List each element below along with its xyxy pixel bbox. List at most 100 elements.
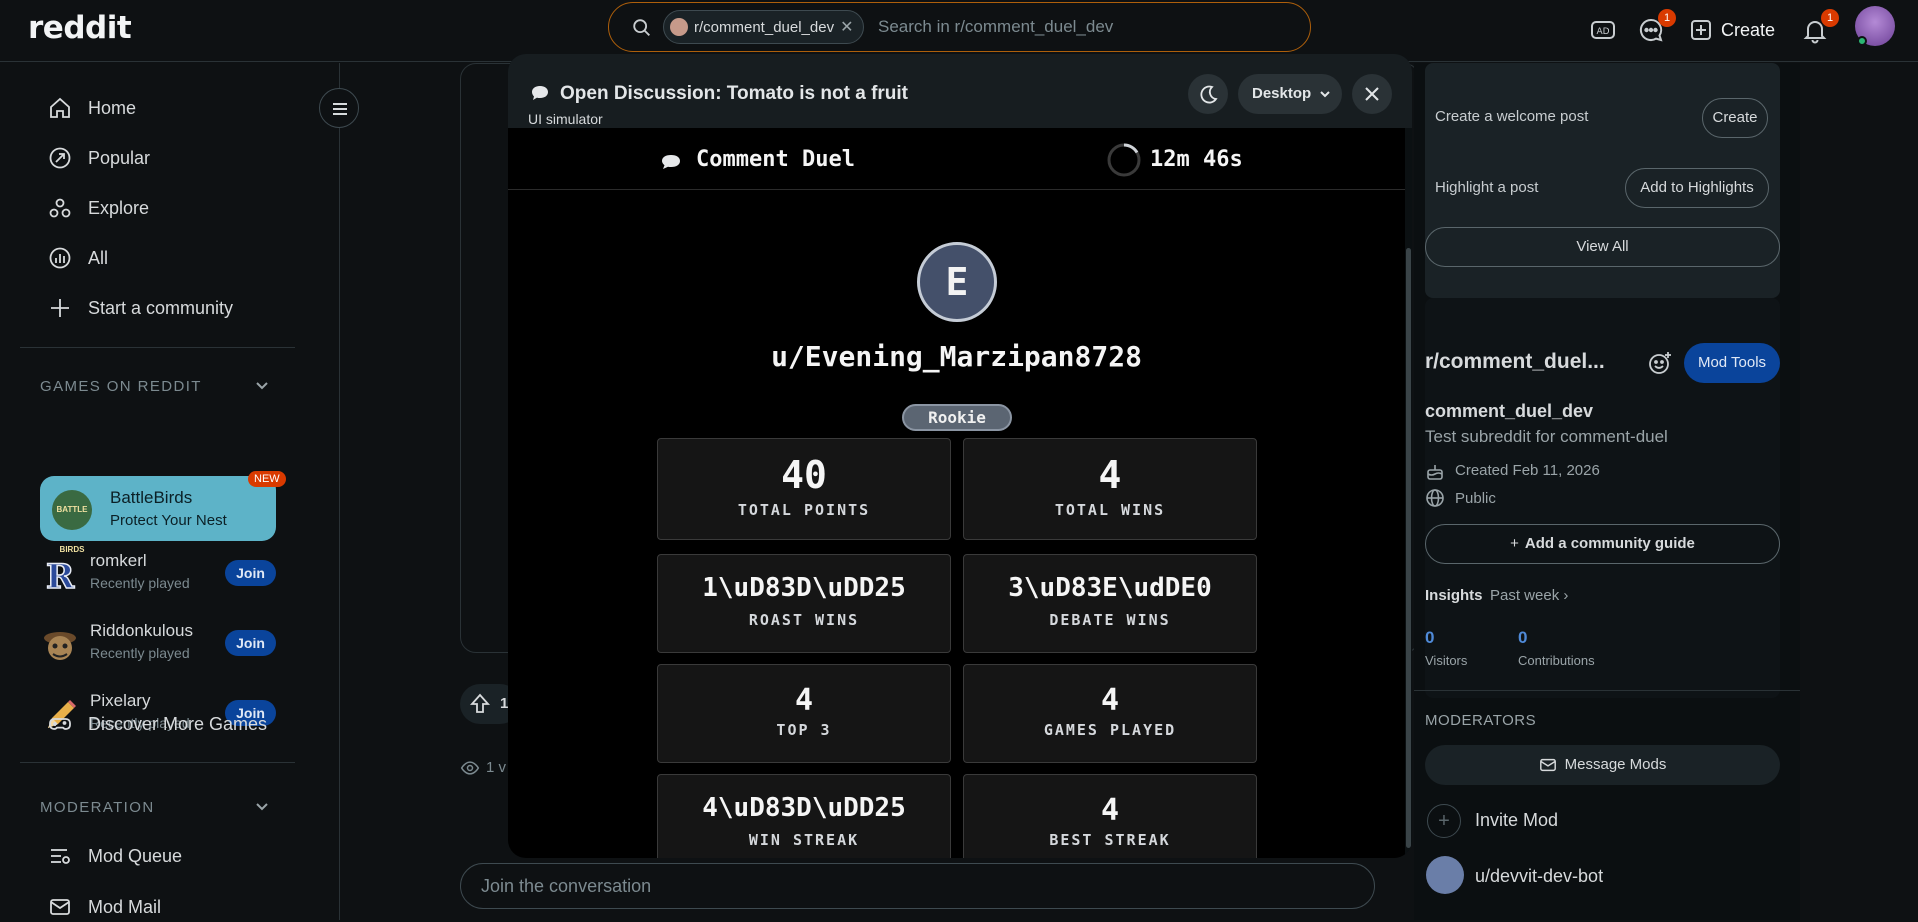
rank-badge: Rookie [902, 404, 1012, 431]
reddit-logo[interactable]: reddit [28, 10, 132, 46]
sidebar-item-explore[interactable]: Explore [48, 193, 149, 223]
add-highlights-button[interactable]: Add to Highlights [1625, 168, 1769, 208]
invite-mod-label[interactable]: Invite Mod [1475, 810, 1558, 831]
sidebar-border [339, 63, 340, 920]
stat-label: TOTAL POINTS [737, 501, 871, 519]
post-views: 1 v [460, 758, 506, 778]
sidebar-item-all[interactable]: All [48, 243, 108, 273]
moon-icon [1200, 85, 1218, 104]
create-button[interactable]: Create [1689, 12, 1775, 48]
search-scope-label: r/comment_duel_dev [694, 18, 835, 36]
games-section-title[interactable]: GAMES ON REDDIT [40, 378, 202, 395]
riddonkulous-icon [44, 632, 76, 660]
stat-label: GAMES PLAYED [1043, 721, 1177, 739]
romkerl-icon: R [45, 556, 76, 594]
featured-game-name: BattleBirds [110, 488, 193, 507]
sidebar-item-label: Explore [88, 197, 150, 218]
sidebar-divider [20, 762, 295, 763]
popular-icon [49, 147, 71, 169]
sidebar-item-label: Mod Mail [88, 896, 162, 917]
chevron-down-icon[interactable] [252, 375, 272, 395]
search-bar[interactable]: r/comment_duel_dev ✕ Search in r/comment… [608, 2, 1311, 52]
device-select[interactable]: Desktop [1238, 74, 1342, 114]
discover-more-games[interactable]: Discover More Games [48, 709, 267, 739]
sidebar-item-mod-queue[interactable]: Mod Queue [48, 841, 182, 871]
stat-card-debate-wins: 3\uD83E\udDE0 DEBATE WINS [963, 554, 1257, 653]
scrollbar-thumb[interactable] [1406, 248, 1411, 848]
sidebar-item-mod-mail[interactable]: Mod Mail [48, 892, 161, 922]
stat-card-total-wins: 4 TOTAL WINS [963, 438, 1257, 540]
gamepad-icon [49, 718, 71, 730]
game-row-riddonkulous[interactable]: Riddonkulous Recently played Join [40, 618, 280, 668]
plus-icon [51, 299, 69, 317]
device-label: Desktop [1252, 85, 1312, 102]
search-scope-chip[interactable]: r/comment_duel_dev ✕ [663, 10, 865, 44]
moderation-section-title[interactable]: MODERATION [40, 799, 155, 816]
game-row-romkerl[interactable]: R romkerl Recently played Join [40, 548, 280, 598]
stat-value: 4 [1098, 453, 1122, 497]
invite-mod-icon[interactable]: + [1427, 804, 1461, 838]
insights-label: Insights [1425, 587, 1483, 604]
sidebar-item-start-community[interactable]: Start a community [48, 293, 233, 323]
player-avatar: E [917, 242, 997, 322]
advertise-icon[interactable]: AD [1589, 16, 1617, 44]
stat-label: TOTAL WINS [1054, 501, 1166, 519]
add-guide-label: Add a community guide [1524, 535, 1695, 552]
featured-game-battlebirds[interactable]: BATTLE BIRDS BattleBirds Protect Your Ne… [40, 476, 276, 554]
join-button[interactable]: Join [225, 560, 276, 586]
welcome-post-label: Create a welcome post [1435, 108, 1589, 125]
message-mods-button[interactable]: Message Mods [1425, 745, 1780, 785]
mod-avatar[interactable] [1426, 856, 1464, 894]
visitors-label: Visitors [1425, 653, 1468, 668]
sidebar-item-popular[interactable]: Popular [48, 143, 150, 173]
emoji-add-icon[interactable] [1647, 350, 1673, 376]
chevron-right-icon: › [1563, 587, 1569, 604]
upvote-icon[interactable] [468, 692, 492, 716]
close-modal-button[interactable] [1352, 74, 1392, 114]
insights-period-label: Past week [1490, 587, 1560, 604]
mod-username[interactable]: u/devvit-dev-bot [1475, 866, 1603, 887]
ui-simulator-modal: Open Discussion: Tomato is not a fruit U… [508, 54, 1412, 858]
created-date: Created Feb 11, 2026 [1455, 462, 1600, 479]
battlebirds-logo: BATTLE BIRDS [52, 490, 92, 554]
stat-value: 4 [1100, 683, 1120, 718]
add-guide-button[interactable]: + Add a community guide [1425, 524, 1780, 564]
game-subtitle: Recently played [90, 645, 190, 661]
sidebar-item-home[interactable]: Home [48, 93, 136, 123]
clear-scope-icon[interactable]: ✕ [840, 17, 853, 37]
theme-toggle-button[interactable] [1188, 74, 1228, 114]
mail-icon [50, 899, 70, 915]
insights-period[interactable]: Past week › [1490, 587, 1568, 604]
chevron-down-icon [1320, 91, 1330, 98]
all-icon [49, 247, 71, 269]
menu-icon [333, 103, 347, 115]
stat-value: 4 [1100, 793, 1120, 828]
chat-badge: 1 [1658, 9, 1676, 27]
new-badge: NEW [248, 471, 286, 487]
stat-card-win-streak: 4\uD83D\uDD25 WIN STREAK [657, 774, 951, 858]
stat-label: WIN STREAK [748, 831, 860, 849]
online-indicator [1857, 36, 1867, 46]
stat-value: 3\uD83E\udDE0 [1008, 573, 1212, 603]
create-welcome-button[interactable]: Create [1702, 98, 1768, 138]
modal-subtitle: UI simulator [528, 111, 603, 127]
highlight-post-label: Highlight a post [1435, 179, 1539, 196]
join-button[interactable]: Join [225, 630, 276, 656]
mod-tools-button[interactable]: Mod Tools [1684, 343, 1780, 383]
views-label: 1 v [486, 758, 507, 776]
message-mods-label: Message Mods [1564, 756, 1667, 773]
view-all-button[interactable]: View All [1425, 227, 1780, 267]
comment-placeholder: Join the conversation [481, 876, 652, 896]
modal-scrollbar[interactable] [1405, 128, 1412, 858]
game-webview: Comment Duel 12m 46s E u/Evening_Marzipa… [508, 128, 1405, 858]
create-label: Create [1721, 19, 1776, 40]
visibility-label: Public [1455, 490, 1496, 507]
stat-value: 40 [781, 453, 827, 497]
chevron-down-icon[interactable] [252, 796, 272, 816]
comment-input[interactable]: Join the conversation [460, 863, 1375, 909]
community-title[interactable]: r/comment_duel... [1425, 350, 1605, 374]
timer-spinner-icon [1107, 143, 1141, 177]
subreddit-avatar [670, 18, 688, 36]
collapse-sidebar-button[interactable] [319, 88, 359, 128]
stat-label: ROAST WINS [748, 611, 860, 629]
